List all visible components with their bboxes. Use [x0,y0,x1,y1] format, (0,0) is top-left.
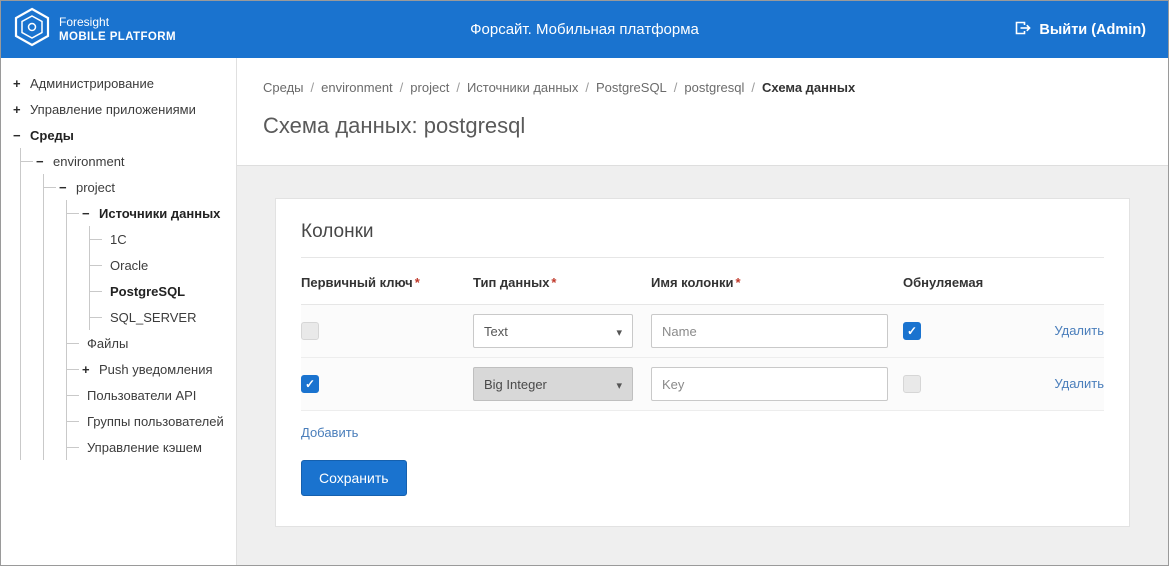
collapse-icon[interactable]: − [82,206,96,221]
tree-item-label: Файлы [87,335,129,351]
breadcrumb-separator: / [585,80,589,95]
tree-item-1c[interactable]: 1C [90,226,230,252]
chevron-down-icon [616,324,622,339]
table-row: Big Integer Удалить [301,358,1104,411]
main-area: Среды / environment / project / Источник… [237,58,1168,565]
tree-item-files[interactable]: Файлы [67,330,230,356]
expand-icon[interactable]: + [82,362,96,377]
tree-item-push-notifications[interactable]: + Push уведомления [67,356,230,382]
tree-item-environments[interactable]: − Среды [13,122,230,148]
breadcrumb-item[interactable]: environment [321,80,393,95]
table-row: Text Удалить [301,305,1104,358]
tree-item-label: project [76,179,116,195]
collapse-icon[interactable]: − [36,154,50,169]
tree-item-api-users[interactable]: Пользователи API [67,382,230,408]
page-title: Схема данных: postgresql [263,113,526,138]
column-header-column-name: Имя колонки [651,275,741,290]
tree-item-label: 1C [110,231,127,247]
app-window: Foresight MOBILE PLATFORM Форсайт. Мобил… [0,0,1169,566]
tree-item-label: Управление приложениями [30,101,196,117]
primary-key-checkbox[interactable] [301,375,319,393]
primary-key-checkbox[interactable] [301,322,319,340]
tree-branch: − environment − project − Источники данн… [20,148,230,460]
tree-item-label: SQL_SERVER [110,309,197,325]
data-type-selected-value: Big Integer [484,376,547,392]
add-column-link[interactable]: Добавить [301,425,358,440]
breadcrumb-item[interactable]: PostgreSQL [596,80,667,95]
breadcrumb-separator: / [456,80,460,95]
collapse-icon[interactable]: − [59,180,73,195]
logout-label: Выйти (Admin) [1039,21,1146,38]
tree-branch: − project − Источники данных 1C Oracle P… [43,174,230,460]
breadcrumb-separator: / [399,80,404,95]
tree-item-label: Push уведомления [99,361,213,377]
breadcrumb-separator: / [310,80,315,95]
app-title: Форсайт. Мобильная платформа [470,21,699,38]
foresight-logo-icon [14,7,50,52]
delete-row-link[interactable]: Удалить [1054,376,1104,391]
tree-item-administration[interactable]: + Администрирование [13,70,230,96]
tree-item-app-management[interactable]: + Управление приложениями [13,96,230,122]
tree-item-label: Среды [30,127,74,143]
tree-item-label: environment [53,153,125,169]
table-header-row: Первичный ключ Тип данных Имя колонки Об… [301,258,1104,305]
tree-item-label: Администрирование [30,75,154,91]
tree-item-user-groups[interactable]: Группы пользователей [67,408,230,434]
breadcrumb-item[interactable]: Среды [263,80,304,95]
tree-branch: − Источники данных 1C Oracle PostgreSQL … [66,200,230,460]
save-button[interactable]: Сохранить [301,460,407,496]
breadcrumb-separator: / [673,80,678,95]
breadcrumb-separator: / [751,80,756,95]
nullable-checkbox[interactable] [903,375,921,393]
tree-item-sql-server[interactable]: SQL_SERVER [90,304,230,330]
tree-item-label: Oracle [110,257,149,273]
tree-item-project[interactable]: − project [44,174,230,200]
column-header-primary-key: Первичный ключ [301,275,420,290]
collapse-icon[interactable]: − [13,128,27,143]
columns-panel: Колонки Первичный ключ Тип данных Имя ко… [275,198,1130,527]
sidebar: + Администрирование + Управление приложе… [1,58,237,565]
tree-item-data-sources[interactable]: − Источники данных [67,200,230,226]
brand-name: Foresight [59,14,110,29]
breadcrumb-item-current: Схема данных [762,80,856,95]
breadcrumb: Среды / environment / project / Источник… [263,80,1168,95]
logout-button[interactable]: Выйти (Admin) [1014,20,1168,40]
breadcrumb-item[interactable]: project [410,80,449,95]
tree-item-label: Управление кэшем [87,439,202,455]
data-type-selected-value: Text [484,323,508,339]
tree-item-oracle[interactable]: Oracle [90,252,230,278]
breadcrumb-item[interactable]: postgresql [684,80,744,95]
delete-row-link[interactable]: Удалить [1054,323,1104,338]
top-bar: Foresight MOBILE PLATFORM Форсайт. Мобил… [1,1,1168,58]
tree-branch: 1C Oracle PostgreSQL SQL_SERVER [89,226,230,330]
column-name-input[interactable] [651,367,888,401]
column-name-input[interactable] [651,314,888,348]
nullable-checkbox[interactable] [903,322,921,340]
data-type-select[interactable]: Big Integer [473,367,633,401]
brand-text: Foresight MOBILE PLATFORM [59,15,176,44]
brand-logo: Foresight MOBILE PLATFORM [1,7,176,52]
expand-icon[interactable]: + [13,102,27,117]
tree-item-cache-management[interactable]: Управление кэшем [67,434,230,460]
logout-icon [1014,20,1032,40]
data-type-select[interactable]: Text [473,314,633,348]
column-header-nullable: Обнуляемая [903,275,984,290]
content-area: Колонки Первичный ключ Тип данных Имя ко… [237,166,1168,565]
page-header: Среды / environment / project / Источник… [237,58,1168,166]
navigation-tree: + Администрирование + Управление приложе… [1,58,236,470]
tree-item-label: Пользователи API [87,387,197,403]
tree-item-environment[interactable]: − environment [21,148,230,174]
column-header-data-type: Тип данных [473,275,556,290]
tree-item-label: Источники данных [99,205,221,221]
panel-title: Колонки [301,217,1104,258]
tree-item-label: Группы пользователей [87,413,224,429]
expand-icon[interactable]: + [13,76,27,91]
chevron-down-icon [616,377,622,392]
breadcrumb-item[interactable]: Источники данных [467,80,578,95]
tree-item-label: PostgreSQL [110,283,186,299]
add-row-container: Добавить [301,411,1104,444]
brand-product: MOBILE PLATFORM [59,30,176,43]
tree-item-postgresql[interactable]: PostgreSQL [90,278,230,304]
